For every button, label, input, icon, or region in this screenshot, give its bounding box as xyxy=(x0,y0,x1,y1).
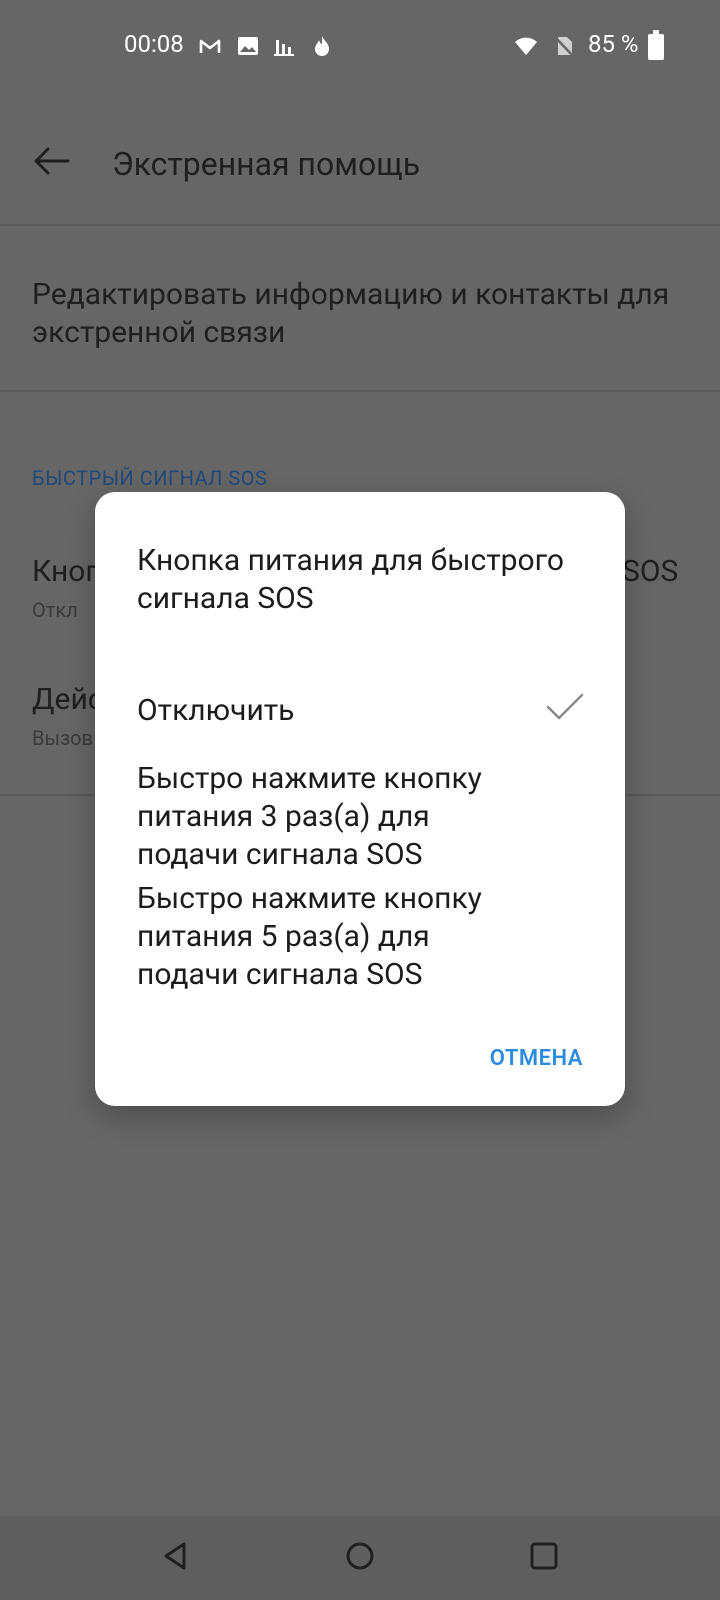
back-nav-icon[interactable] xyxy=(158,1538,194,1574)
cancel-button[interactable]: ОТМЕНА xyxy=(490,1046,583,1071)
navigation-bar xyxy=(0,1516,720,1600)
option-disable[interactable]: Отключить xyxy=(137,692,537,730)
check-icon xyxy=(546,693,584,720)
option-press-3-times[interactable]: Быстро нажмите кнопку питания 3 раз(а) д… xyxy=(137,760,537,874)
recents-nav-icon[interactable] xyxy=(526,1538,562,1574)
option-press-5-times[interactable]: Быстро нажмите кнопку питания 5 раз(а) д… xyxy=(137,880,537,994)
dialog-title: Кнопка питания для быстрого сигнала SOS xyxy=(137,543,565,616)
sos-power-dialog: Кнопка питания для быстрого сигнала SOS … xyxy=(95,492,625,1106)
home-nav-icon[interactable] xyxy=(342,1538,378,1574)
